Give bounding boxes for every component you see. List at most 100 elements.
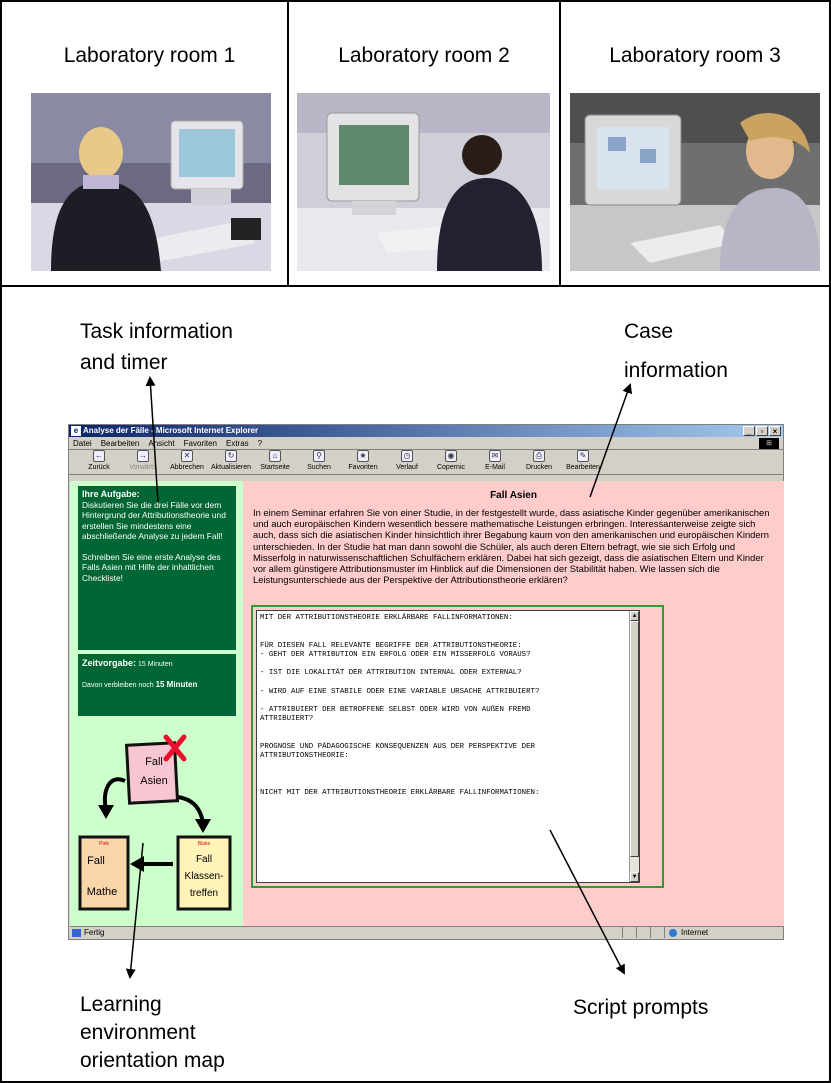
favorites-button[interactable]: ★ Favoriten xyxy=(341,450,385,474)
script-line: - ATTRIBUIERT DER BETROFFENE SELBST ODER… xyxy=(260,706,531,715)
forward-label: Vorwärts xyxy=(129,464,157,471)
menu-extras[interactable]: Extras xyxy=(226,437,249,449)
minimize-icon[interactable]: _ xyxy=(743,426,755,436)
callout-map-line1: Learning xyxy=(80,993,162,1016)
map-klassen-line2: Klassen- xyxy=(185,871,224,882)
menu-bearbeiten[interactable]: Bearbeiten xyxy=(101,437,140,449)
map-klassen-tag: Blake xyxy=(198,841,211,847)
home-icon: ⌂ xyxy=(269,450,281,462)
callout-task-info: Task information and timer xyxy=(80,316,233,378)
forward-button[interactable]: → Vorwärts xyxy=(121,450,165,474)
email-button[interactable]: ✉ E-Mail xyxy=(473,450,517,474)
timer-limit: 15 Minuten xyxy=(137,661,173,668)
script-line: - GEHT DER ATTRIBUTION EIN ERFOLG ODER E… xyxy=(260,650,531,659)
script-line xyxy=(260,632,625,641)
menu-ansicht[interactable]: Ansicht xyxy=(148,437,174,449)
home-button[interactable]: ⌂ Startseite xyxy=(253,450,297,474)
script-line xyxy=(260,678,625,687)
menu-help[interactable]: ? xyxy=(258,437,262,449)
favorites-icon: ★ xyxy=(357,450,369,462)
scroll-down-icon[interactable]: ▼ xyxy=(630,872,639,882)
callout-case-info-line1: Case xyxy=(624,320,674,343)
edit-button[interactable]: ✎ Bearbeiten xyxy=(561,450,605,474)
favorites-label: Favoriten xyxy=(348,464,378,471)
map-card-klassentreffen[interactable]: Blake Fall Klassen- treffen xyxy=(176,835,232,911)
task-text-2: Schreiben Sie eine erste Analyse des Fal… xyxy=(82,551,221,583)
forward-arrow-icon: → xyxy=(137,450,149,462)
callout-orientation-map: Learning environment orientation map xyxy=(80,991,225,1075)
script-line: FÜR DIESEN FALL RELEVANTE BEGRIFFE DER A… xyxy=(260,641,522,650)
room-2-photo xyxy=(297,93,550,271)
map-klassen-line3: treffen xyxy=(190,888,218,899)
copernic-button[interactable]: ◉ Copernic xyxy=(429,450,473,474)
search-button[interactable]: ⚲ Suchen xyxy=(297,450,341,474)
callout-task-info-line2: and timer xyxy=(80,351,168,374)
map-mathe-line2: Mathe xyxy=(87,886,118,898)
script-line xyxy=(260,761,625,770)
divider-2 xyxy=(559,0,561,286)
back-label: Zurück xyxy=(88,464,110,471)
back-arrow-icon: ← xyxy=(93,450,105,462)
stop-label: Abbrechen xyxy=(170,464,204,471)
page-content: Ihre Aufgabe: Diskutieren Sie die drei F… xyxy=(70,481,784,927)
stop-button[interactable]: ✕ Abbrechen xyxy=(165,450,209,474)
menu-favoriten[interactable]: Favoriten xyxy=(184,437,217,449)
map-asien-line2: Asien xyxy=(140,775,168,787)
room-1-photo xyxy=(31,93,271,271)
history-icon: ◷ xyxy=(401,450,413,462)
script-textarea[interactable]: MIT DER ATTRIBUTIONSTHEORIE ERKLÄRBARE F… xyxy=(256,610,640,883)
print-button[interactable]: ⎙ Drucken xyxy=(517,450,561,474)
toolbar: ← Zurück → Vorwärts ✕ Abbrechen ↻ Aktualisie… xyxy=(69,450,783,475)
script-scrollbar[interactable]: ▲ ▼ xyxy=(629,611,639,882)
map-mathe-tag: Pink xyxy=(99,841,109,847)
callout-map-line3: orientation map xyxy=(80,1049,225,1072)
timer-remaining: 15 Minuten xyxy=(155,680,198,689)
script-line xyxy=(260,623,625,632)
divider-1 xyxy=(287,0,289,286)
script-line xyxy=(260,660,625,669)
menu-datei[interactable]: Datei xyxy=(73,437,92,449)
right-pane: Fall Asien In einem Seminar erfahren Sie… xyxy=(243,481,784,927)
home-label: Startseite xyxy=(260,464,290,471)
script-frame: MIT DER ATTRIBUTIONSTHEORIE ERKLÄRBARE F… xyxy=(251,605,664,888)
timer-panel: Zeitvorgabe: 15 Minuten Davon verbleiben… xyxy=(78,654,236,716)
stop-icon: ✕ xyxy=(181,450,193,462)
script-line: ATTRIBUIERT? xyxy=(260,715,314,724)
status-zone: Internet xyxy=(664,927,784,938)
history-button[interactable]: ◷ Verlauf xyxy=(385,450,429,474)
room-3-label: Laboratory room 3 xyxy=(609,44,781,67)
scroll-thumb[interactable] xyxy=(630,621,639,857)
ie-icon: e xyxy=(71,426,81,436)
task-text-1: Diskutieren Sie die drei Fälle vor dem H… xyxy=(82,499,226,542)
browser-titlebar: e Analyse der Fälle - Microsoft Internet… xyxy=(69,425,783,437)
map-mathe-line1: Fall xyxy=(87,855,105,867)
orientation-map: Fall Asien Pink Fall Mathe Blake Fall Kl… xyxy=(78,734,232,911)
script-line xyxy=(260,697,625,706)
refresh-label: Aktualisieren xyxy=(210,464,252,471)
refresh-button[interactable]: ↻ Aktualisieren xyxy=(209,450,253,474)
script-line: - IST DIE LOKALITÄT DER ATTRIBUTION INTE… xyxy=(260,669,522,678)
callout-case-info-line2: information xyxy=(624,359,728,382)
windows-logo-icon: ⊞ xyxy=(759,438,779,449)
callout-case-info: Case information xyxy=(624,316,728,386)
task-heading: Ihre Aufgabe: xyxy=(82,489,140,499)
map-card-mathe[interactable]: Pink Fall Mathe xyxy=(78,835,130,911)
case-text: In einem Seminar erfahren Sie von einer … xyxy=(253,507,770,586)
search-icon: ⚲ xyxy=(313,450,325,462)
copernic-label: Copernic xyxy=(436,464,465,471)
timer-remaining-prefix: Davon verbleiben noch xyxy=(82,682,154,689)
script-line xyxy=(260,734,625,743)
status-cell-1 xyxy=(622,927,636,938)
close-icon[interactable]: × xyxy=(769,426,781,436)
print-icon: ⎙ xyxy=(533,450,545,462)
map-asien-line1: Fall xyxy=(145,756,163,768)
script-lines: MIT DER ATTRIBUTIONSTHEORIE ERKLÄRBARE F… xyxy=(260,614,625,798)
script-line: PROGNOSE UND PÄDAGOGISCHE KONSEQUENZEN A… xyxy=(260,742,535,751)
back-button[interactable]: ← Zurück xyxy=(77,450,121,474)
browser-window: e Analyse der Fälle - Microsoft Internet… xyxy=(68,424,784,940)
scroll-up-icon[interactable]: ▲ xyxy=(630,611,639,621)
maximize-icon[interactable]: ▫ xyxy=(756,426,768,436)
script-line xyxy=(260,770,625,779)
print-label: Drucken xyxy=(525,464,553,471)
task-info-panel: Ihre Aufgabe: Diskutieren Sie die drei F… xyxy=(78,486,236,650)
